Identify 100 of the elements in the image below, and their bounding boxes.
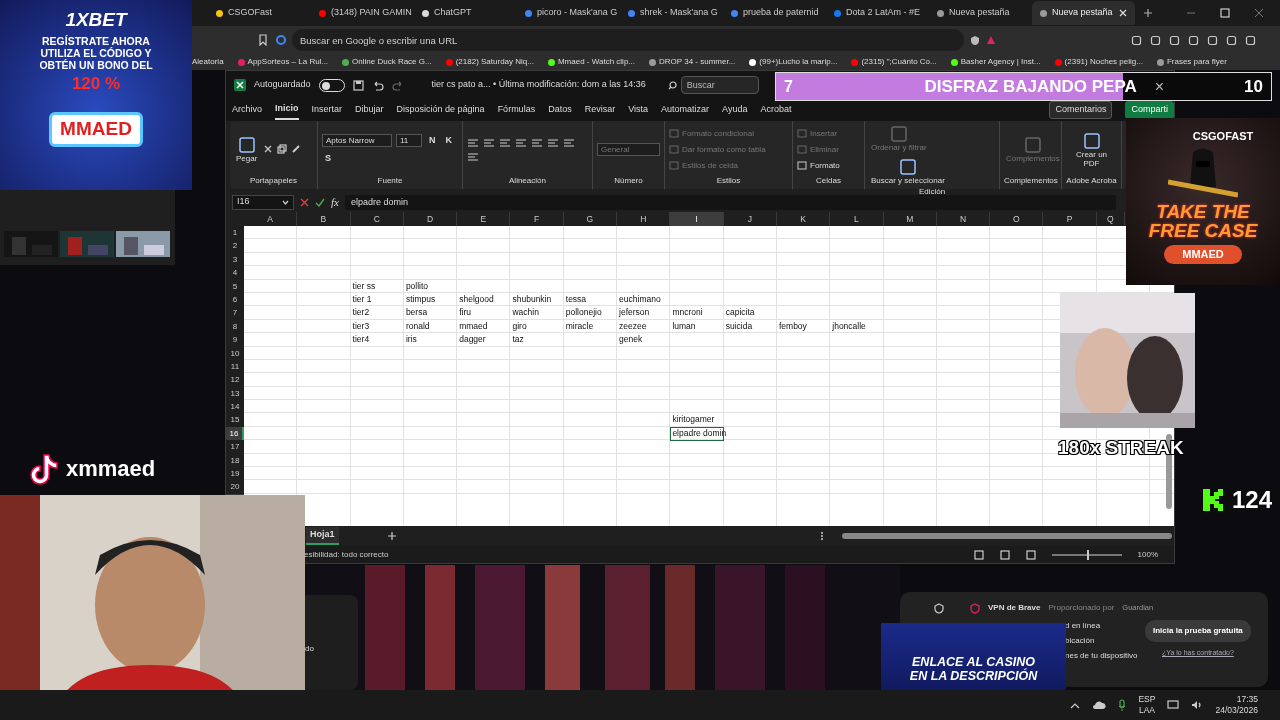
row-header[interactable]: 1 — [226, 226, 244, 241]
table-cell-text: ronald — [404, 319, 431, 333]
cut-icon[interactable] — [263, 144, 274, 155]
row-header[interactable]: 4 — [226, 266, 244, 281]
copy-icon[interactable] — [277, 144, 288, 155]
menu-tab[interactable]: Ayuda — [722, 101, 748, 119]
menu-tab[interactable]: Insertar — [311, 101, 343, 119]
bookmark[interactable]: AppSorteos – La Rul... — [237, 56, 329, 68]
align-icon[interactable] — [467, 151, 479, 162]
trial-button[interactable]: Inicia la prueba gratuita — [1145, 620, 1251, 642]
monitor-icon[interactable] — [1167, 700, 1180, 710]
menu-tab[interactable]: Datos — [548, 101, 572, 119]
scrollbar[interactable] — [841, 533, 1172, 539]
menu-tab[interactable]: Revisar — [584, 101, 616, 119]
align-icon[interactable] — [515, 137, 527, 148]
share-button[interactable]: Comparti — [1125, 101, 1174, 119]
bookmark-icon[interactable] — [258, 34, 268, 46]
close-button[interactable]: × — [1154, 74, 1165, 99]
language-text[interactable]: LAA — [1138, 705, 1155, 717]
cloud-icon[interactable] — [1092, 700, 1107, 710]
check-icon[interactable] — [315, 197, 325, 207]
row-header[interactable]: 20 — [226, 480, 244, 495]
browser-tab[interactable]: prueba de paternid — [723, 1, 826, 25]
menu-tab[interactable]: Disposición de página — [396, 101, 485, 119]
menu-tab[interactable]: Acrobat — [760, 101, 792, 119]
row-header[interactable]: 14 — [226, 400, 244, 415]
more-icon[interactable] — [819, 531, 824, 541]
name-box[interactable]: I16 — [232, 194, 294, 210]
microphone-icon[interactable] — [1118, 699, 1127, 711]
bookmark[interactable]: (2391) Noches pelig... — [1054, 56, 1143, 68]
bookmark[interactable]: (2182) Saturday Niq... — [445, 56, 534, 68]
sheet-tab[interactable]: Hoja1 — [306, 527, 339, 545]
browser-tab[interactable]: picoro - Mask'ana G — [517, 1, 620, 25]
align-icon[interactable] — [547, 137, 559, 148]
row-header[interactable]: 9 — [226, 333, 244, 348]
menu-tab[interactable]: Dibujar — [355, 101, 384, 119]
save-icon[interactable] — [352, 79, 364, 91]
ribbon-button[interactable]: Crear un PDF — [1066, 130, 1117, 169]
triangle-icon[interactable] — [986, 35, 996, 45]
browser-tab[interactable]: ChatGPT — [414, 1, 517, 25]
dropdown[interactable]: Aptos Narrow — [322, 134, 392, 148]
align-icon[interactable] — [467, 137, 479, 148]
slider-thumb[interactable] — [1086, 549, 1089, 560]
align-icon[interactable] — [483, 137, 495, 148]
bookmark[interactable]: Aleatoria — [192, 56, 224, 68]
browser-tab[interactable]: Dota 2 LatAm - #E — [826, 1, 929, 25]
language-text[interactable]: ESP — [1138, 693, 1156, 705]
bookmark[interactable]: DROP 34 - summer... — [649, 56, 736, 68]
function-button[interactable]: fx — [331, 193, 339, 211]
menu-tab[interactable]: Vista — [628, 101, 649, 119]
browser-tab[interactable]: (3148) PAIN GAMIN — [311, 1, 414, 25]
browser-tab[interactable]: CSGOFast — [208, 1, 311, 25]
brush-icon[interactable] — [291, 144, 302, 155]
ribbon-button[interactable]: Buscar y seleccionar — [869, 156, 947, 186]
cancel-icon[interactable] — [300, 197, 309, 207]
search-field[interactable]: Buscar — [680, 76, 759, 94]
new-tab-icon[interactable] — [1143, 8, 1153, 18]
bookmark[interactable]: Online Duck Race G... — [342, 56, 432, 68]
chevron-icon[interactable] — [1070, 701, 1081, 709]
menu-tab[interactable]: Archivo — [232, 101, 262, 119]
maximize-icon[interactable] — [1220, 8, 1230, 18]
menu-tab[interactable]: Fórmulas — [497, 101, 536, 119]
redo-icon[interactable] — [391, 79, 404, 91]
ribbon-button[interactable]: Formato — [797, 159, 860, 172]
clock-date[interactable]: 24/03/2026 — [1215, 705, 1258, 717]
row-header[interactable]: 17 — [226, 440, 244, 455]
row-header[interactable]: 12 — [226, 373, 244, 388]
grid-view-icon[interactable] — [973, 549, 984, 560]
bookmark[interactable]: Mmaed - Watch clip... — [547, 56, 635, 68]
page-view-icon[interactable] — [999, 549, 1010, 560]
comments-button[interactable]: Comentarios — [1049, 101, 1113, 119]
bookmark[interactable]: Basher Agency | Inst... — [950, 56, 1041, 68]
browser-tab[interactable]: Nueva pestaña — [1032, 1, 1135, 25]
autosave-toggle[interactable] — [318, 78, 345, 92]
speaker-icon[interactable] — [1191, 700, 1204, 710]
bookmark[interactable]: (2315) ";Cuánto Co... — [851, 56, 937, 68]
align-icon[interactable] — [531, 137, 543, 148]
browser-tab[interactable]: shrek - Mask'ana G — [620, 1, 723, 25]
break-view-icon[interactable] — [1025, 549, 1036, 560]
formula-field[interactable]: elpadre domin — [344, 194, 1116, 210]
ribbon-button[interactable]: Pegar — [234, 135, 260, 164]
row-header[interactable]: 7 — [226, 306, 244, 321]
clock-time[interactable]: 17:35 — [1236, 693, 1258, 705]
browser-tab[interactable]: Nueva pestaña — [929, 1, 1032, 25]
add-sheet-icon[interactable] — [386, 531, 397, 541]
bookmark[interactable]: Frases para flyer — [1156, 56, 1227, 68]
format-button[interactable]: S — [322, 151, 334, 165]
menu-tab[interactable]: Inicio — [275, 100, 299, 120]
file-title[interactable]: tier cs pato a... • Última modificación: dom a las 14:36 — [431, 78, 646, 92]
format-button[interactable]: N — [426, 134, 439, 148]
menu-tab[interactable]: Automatizar — [661, 101, 710, 119]
align-icon[interactable] — [499, 137, 511, 148]
align-icon[interactable] — [563, 137, 575, 148]
address-field[interactable]: Buscar en Google o escribir una URL — [292, 29, 964, 51]
format-button[interactable]: K — [442, 134, 455, 148]
bookmark[interactable]: (99+)Lucho la marip... — [749, 56, 838, 68]
row-header[interactable]: 19 — [226, 467, 244, 482]
row-header[interactable]: 2 — [226, 239, 244, 254]
row-header[interactable]: 15 — [226, 413, 244, 428]
dropdown[interactable]: 11 — [396, 134, 422, 148]
